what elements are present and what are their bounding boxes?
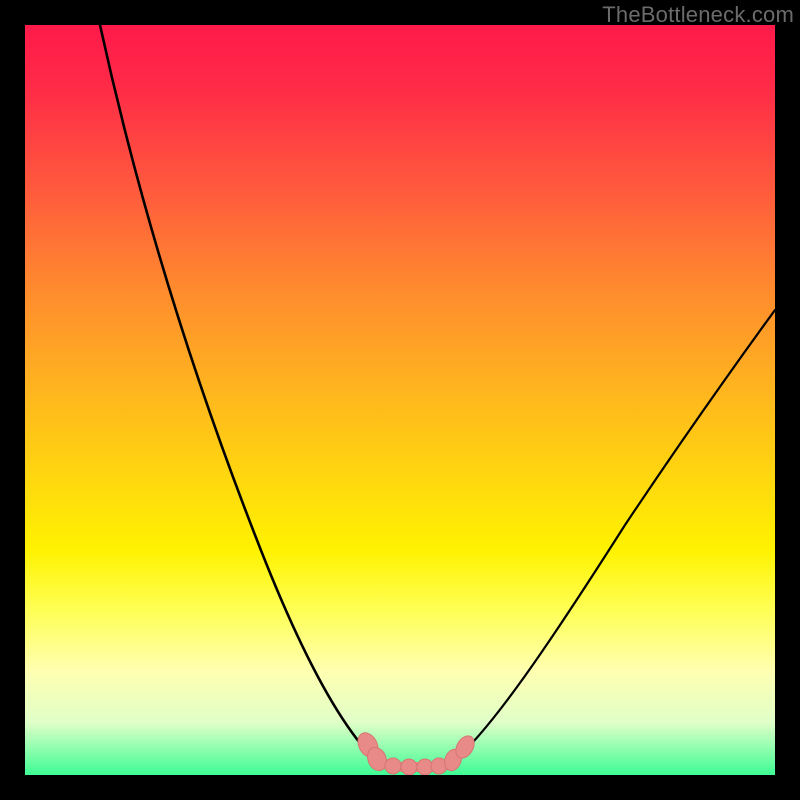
- plot-area: [25, 25, 775, 775]
- marker-point: [401, 759, 417, 775]
- curve-layer: [25, 25, 775, 775]
- right-curve: [455, 310, 775, 760]
- chart-frame: TheBottleneck.com: [0, 0, 800, 800]
- left-curve: [100, 25, 375, 760]
- marker-point: [385, 758, 401, 774]
- marker-group: [354, 729, 478, 775]
